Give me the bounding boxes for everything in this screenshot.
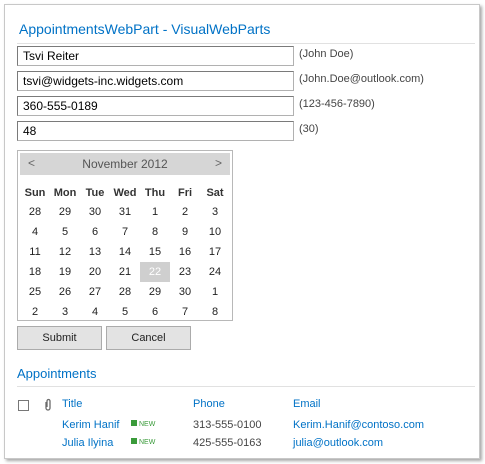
calendar-day[interactable]: 4 bbox=[80, 302, 110, 322]
calendar-day[interactable]: 30 bbox=[170, 282, 200, 302]
calendar-day[interactable]: 30 bbox=[80, 202, 110, 222]
appointment-title-link[interactable]: Julia Ilyina bbox=[62, 437, 113, 449]
webpart-title: AppointmentsWebPart - VisualWebParts bbox=[19, 21, 271, 37]
date-picker-calendar: < November 2012 > Sun Mon Tue Wed Thu Fr… bbox=[17, 150, 233, 321]
appointment-email-link[interactable]: Kerim.Hanif@contoso.com bbox=[293, 419, 424, 431]
calendar-day[interactable]: 8 bbox=[140, 222, 170, 242]
calendar-day[interactable]: 15 bbox=[140, 242, 170, 262]
weekday-fri: Fri bbox=[177, 187, 193, 199]
calendar-day[interactable]: 13 bbox=[80, 242, 110, 262]
new-badge-label: NEW bbox=[139, 439, 156, 446]
calendar-day[interactable]: 7 bbox=[110, 222, 140, 242]
calendar-day[interactable]: 16 bbox=[170, 242, 200, 262]
weekday-mon: Mon bbox=[53, 187, 77, 199]
appointments-heading: Appointments bbox=[17, 366, 97, 381]
calendar-day[interactable]: 26 bbox=[50, 282, 80, 302]
weekday-sun: Sun bbox=[24, 187, 46, 199]
calendar-day[interactable]: 19 bbox=[50, 262, 80, 282]
list-header-row: Title Phone Email bbox=[5, 398, 479, 416]
name-input[interactable] bbox=[17, 46, 294, 66]
weekday-sat: Sat bbox=[206, 187, 224, 199]
appointments-divider bbox=[17, 386, 475, 387]
calendar-day[interactable]: 18 bbox=[20, 262, 50, 282]
column-header-email[interactable]: Email bbox=[293, 398, 321, 410]
phone-input[interactable] bbox=[17, 96, 294, 116]
calendar-day[interactable]: 21 bbox=[110, 262, 140, 282]
calendar-day[interactable]: 2 bbox=[170, 202, 200, 222]
calendar-day[interactable]: 31 bbox=[110, 202, 140, 222]
appointment-title-link[interactable]: Kerim Hanif bbox=[62, 419, 119, 431]
calendar-day[interactable]: 11 bbox=[20, 242, 50, 262]
cancel-button[interactable]: Cancel bbox=[106, 326, 191, 350]
calendar-day[interactable]: 27 bbox=[80, 282, 110, 302]
column-header-phone[interactable]: Phone bbox=[193, 398, 225, 410]
calendar-day[interactable]: 7 bbox=[170, 302, 200, 322]
calendar-next-month-button[interactable]: > bbox=[215, 156, 222, 170]
weekday-wed: Wed bbox=[113, 187, 137, 199]
appointment-row: Kerim Hanif NEW 313-555-0100 Kerim.Hanif… bbox=[5, 419, 479, 435]
calendar-day[interactable]: 1 bbox=[140, 202, 170, 222]
calendar-day[interactable]: 23 bbox=[170, 262, 200, 282]
weekday-tue: Tue bbox=[85, 187, 105, 199]
new-badge: NEW bbox=[131, 438, 155, 448]
name-hint: (John Doe) bbox=[299, 48, 354, 60]
calendar-day[interactable]: 3 bbox=[50, 302, 80, 322]
calendar-day[interactable]: 3 bbox=[200, 202, 230, 222]
attachment-icon bbox=[45, 398, 51, 411]
calendar-day[interactable]: 5 bbox=[110, 302, 140, 322]
calendar-day[interactable]: 9 bbox=[170, 222, 200, 242]
calendar-month-label: November 2012 bbox=[82, 157, 168, 171]
new-icon bbox=[131, 438, 137, 445]
calendar-day[interactable]: 14 bbox=[110, 242, 140, 262]
appointment-email-link[interactable]: julia@outlook.com bbox=[293, 437, 383, 449]
calendar-day[interactable]: 4 bbox=[20, 222, 50, 242]
new-icon bbox=[131, 420, 137, 427]
new-badge: NEW bbox=[131, 420, 155, 430]
calendar-day[interactable]: 6 bbox=[80, 222, 110, 242]
calendar-day-selected[interactable]: 22 bbox=[140, 262, 170, 282]
email-hint: (John.Doe@outlook.com) bbox=[299, 73, 424, 85]
duration-input[interactable] bbox=[17, 121, 294, 141]
calendar-day[interactable]: 6 bbox=[140, 302, 170, 322]
appointment-phone: 425-555-0163 bbox=[193, 437, 262, 449]
new-badge-label: NEW bbox=[139, 421, 156, 428]
webpart-frame: AppointmentsWebPart - VisualWebParts (Jo… bbox=[4, 4, 480, 459]
calendar-day[interactable]: 29 bbox=[50, 202, 80, 222]
calendar-grid: Sun Mon Tue Wed Thu Fri Sat 28 29 30 31 … bbox=[20, 184, 230, 322]
appointment-phone: 313-555-0100 bbox=[193, 419, 262, 431]
phone-hint: (123-456-7890) bbox=[299, 98, 375, 110]
calendar-day[interactable]: 12 bbox=[50, 242, 80, 262]
calendar-day[interactable]: 28 bbox=[20, 202, 50, 222]
duration-hint: (30) bbox=[299, 123, 319, 135]
calendar-day[interactable]: 20 bbox=[80, 262, 110, 282]
calendar-day[interactable]: 25 bbox=[20, 282, 50, 302]
calendar-day[interactable]: 29 bbox=[140, 282, 170, 302]
calendar-day[interactable]: 5 bbox=[50, 222, 80, 242]
column-header-title[interactable]: Title bbox=[62, 398, 82, 410]
calendar-day[interactable]: 24 bbox=[200, 262, 230, 282]
select-all-checkbox[interactable] bbox=[18, 400, 29, 411]
weekday-thu: Thu bbox=[144, 187, 166, 199]
calendar-header: < November 2012 > bbox=[20, 153, 230, 175]
calendar-day[interactable]: 28 bbox=[110, 282, 140, 302]
calendar-day[interactable]: 8 bbox=[200, 302, 230, 322]
title-divider bbox=[17, 43, 475, 44]
email-input[interactable] bbox=[17, 71, 294, 91]
submit-button[interactable]: Submit bbox=[17, 326, 102, 350]
calendar-day[interactable]: 10 bbox=[200, 222, 230, 242]
calendar-day[interactable]: 2 bbox=[20, 302, 50, 322]
calendar-day[interactable]: 17 bbox=[200, 242, 230, 262]
appointment-row: Julia Ilyina NEW 425-555-0163 julia@outl… bbox=[5, 437, 479, 453]
calendar-day[interactable]: 1 bbox=[200, 282, 230, 302]
